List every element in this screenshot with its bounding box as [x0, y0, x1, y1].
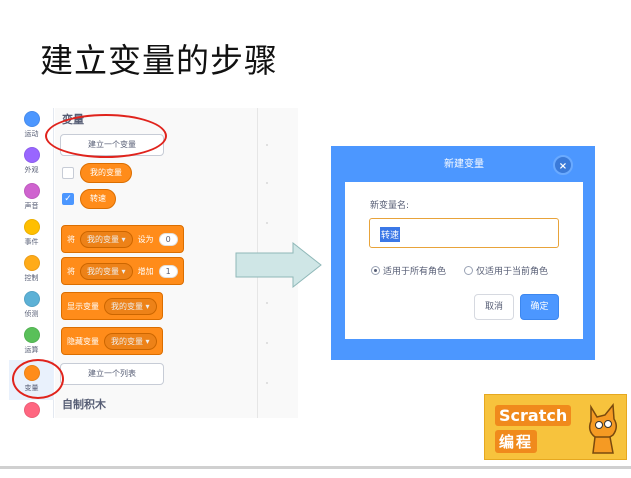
radio-unselected-icon	[464, 266, 473, 275]
variable-dropdown[interactable]: 我的变量 ▾	[104, 332, 157, 350]
block-text: 将	[67, 234, 75, 244]
radio-selected-icon	[371, 266, 380, 275]
motion-dot-icon	[23, 111, 40, 127]
radio-label: 适用于所有角色	[383, 267, 447, 277]
grid-dot	[266, 144, 268, 146]
category-myblocks[interactable]	[9, 400, 54, 418]
section-myblocks-title: 自制积木	[62, 398, 106, 411]
logo-text: Scratch	[495, 405, 572, 426]
sound-dot-icon	[23, 183, 40, 199]
slide-footer-line	[0, 466, 631, 469]
looks-dot-icon	[23, 147, 40, 163]
myblocks-dot-icon	[23, 402, 40, 418]
value-input[interactable]: 1	[158, 264, 178, 278]
close-icon[interactable]: ×	[553, 155, 573, 175]
sensing-dot-icon	[23, 291, 40, 307]
highlight-ring	[12, 359, 64, 399]
category-label: 声音	[24, 202, 39, 210]
grid-dot	[266, 222, 268, 224]
show-variable-block[interactable]: 显示变量 我的变量 ▾	[61, 292, 163, 320]
block-text: 隐藏变量	[67, 336, 99, 346]
block-text: 设为	[137, 234, 154, 244]
make-list-button[interactable]: 建立一个列表	[60, 363, 164, 385]
my-variable-checkbox[interactable]	[62, 167, 74, 179]
set-variable-block[interactable]: 将 我的变量 ▾ 设为 0	[61, 225, 184, 253]
radio-all-sprites[interactable]: 适用于所有角色	[371, 264, 446, 277]
scratch-logo: Scratch 编程	[484, 394, 627, 460]
control-dot-icon	[23, 255, 40, 271]
variable-dropdown[interactable]: 我的变量 ▾	[80, 262, 133, 280]
grid-dot	[266, 382, 268, 384]
variable-name-input[interactable]: 转速	[369, 218, 559, 248]
variable-dropdown[interactable]: 我的变量 ▾	[104, 297, 157, 315]
variable-dropdown[interactable]: 我的变量 ▾	[80, 230, 133, 248]
category-label: 侦测	[24, 310, 39, 318]
right-arrow-icon	[235, 242, 322, 288]
highlight-ring	[45, 114, 167, 158]
logo-text: 编程	[495, 430, 538, 453]
scratch-cat-icon	[588, 403, 617, 454]
events-dot-icon	[23, 219, 40, 235]
cancel-button[interactable]: 取消	[474, 294, 514, 320]
operators-dot-icon	[23, 327, 40, 343]
category-label: 事件	[24, 238, 39, 246]
input-value: 转速	[380, 227, 401, 242]
grid-dot	[266, 182, 268, 184]
variable-name-label: 新变量名:	[370, 201, 410, 211]
radio-label: 仅适用于当前角色	[476, 267, 549, 277]
grid-dot	[266, 302, 268, 304]
my-variable-reporter[interactable]: 我的变量	[80, 163, 132, 183]
ok-button[interactable]: 确定	[520, 294, 559, 320]
block-text: 将	[67, 266, 75, 276]
category-label: 控制	[24, 274, 39, 282]
radio-this-sprite[interactable]: 仅适用于当前角色	[464, 264, 548, 277]
category-label: 外观	[24, 166, 39, 174]
hide-variable-block[interactable]: 隐藏变量 我的变量 ▾	[61, 327, 163, 355]
change-variable-block[interactable]: 将 我的变量 ▾ 增加 1	[61, 257, 184, 285]
slide-title: 建立变量的步骤	[40, 41, 278, 80]
spin-variable-checkbox[interactable]: ✓	[62, 193, 74, 205]
category-label: 运算	[24, 346, 39, 354]
dialog-title: 新建变量	[345, 148, 583, 182]
block-text: 增加	[137, 266, 154, 276]
value-input[interactable]: 0	[158, 232, 178, 246]
grid-dot	[266, 342, 268, 344]
spin-variable-reporter[interactable]: 转速	[80, 189, 116, 209]
block-text: 显示变量	[67, 301, 99, 311]
